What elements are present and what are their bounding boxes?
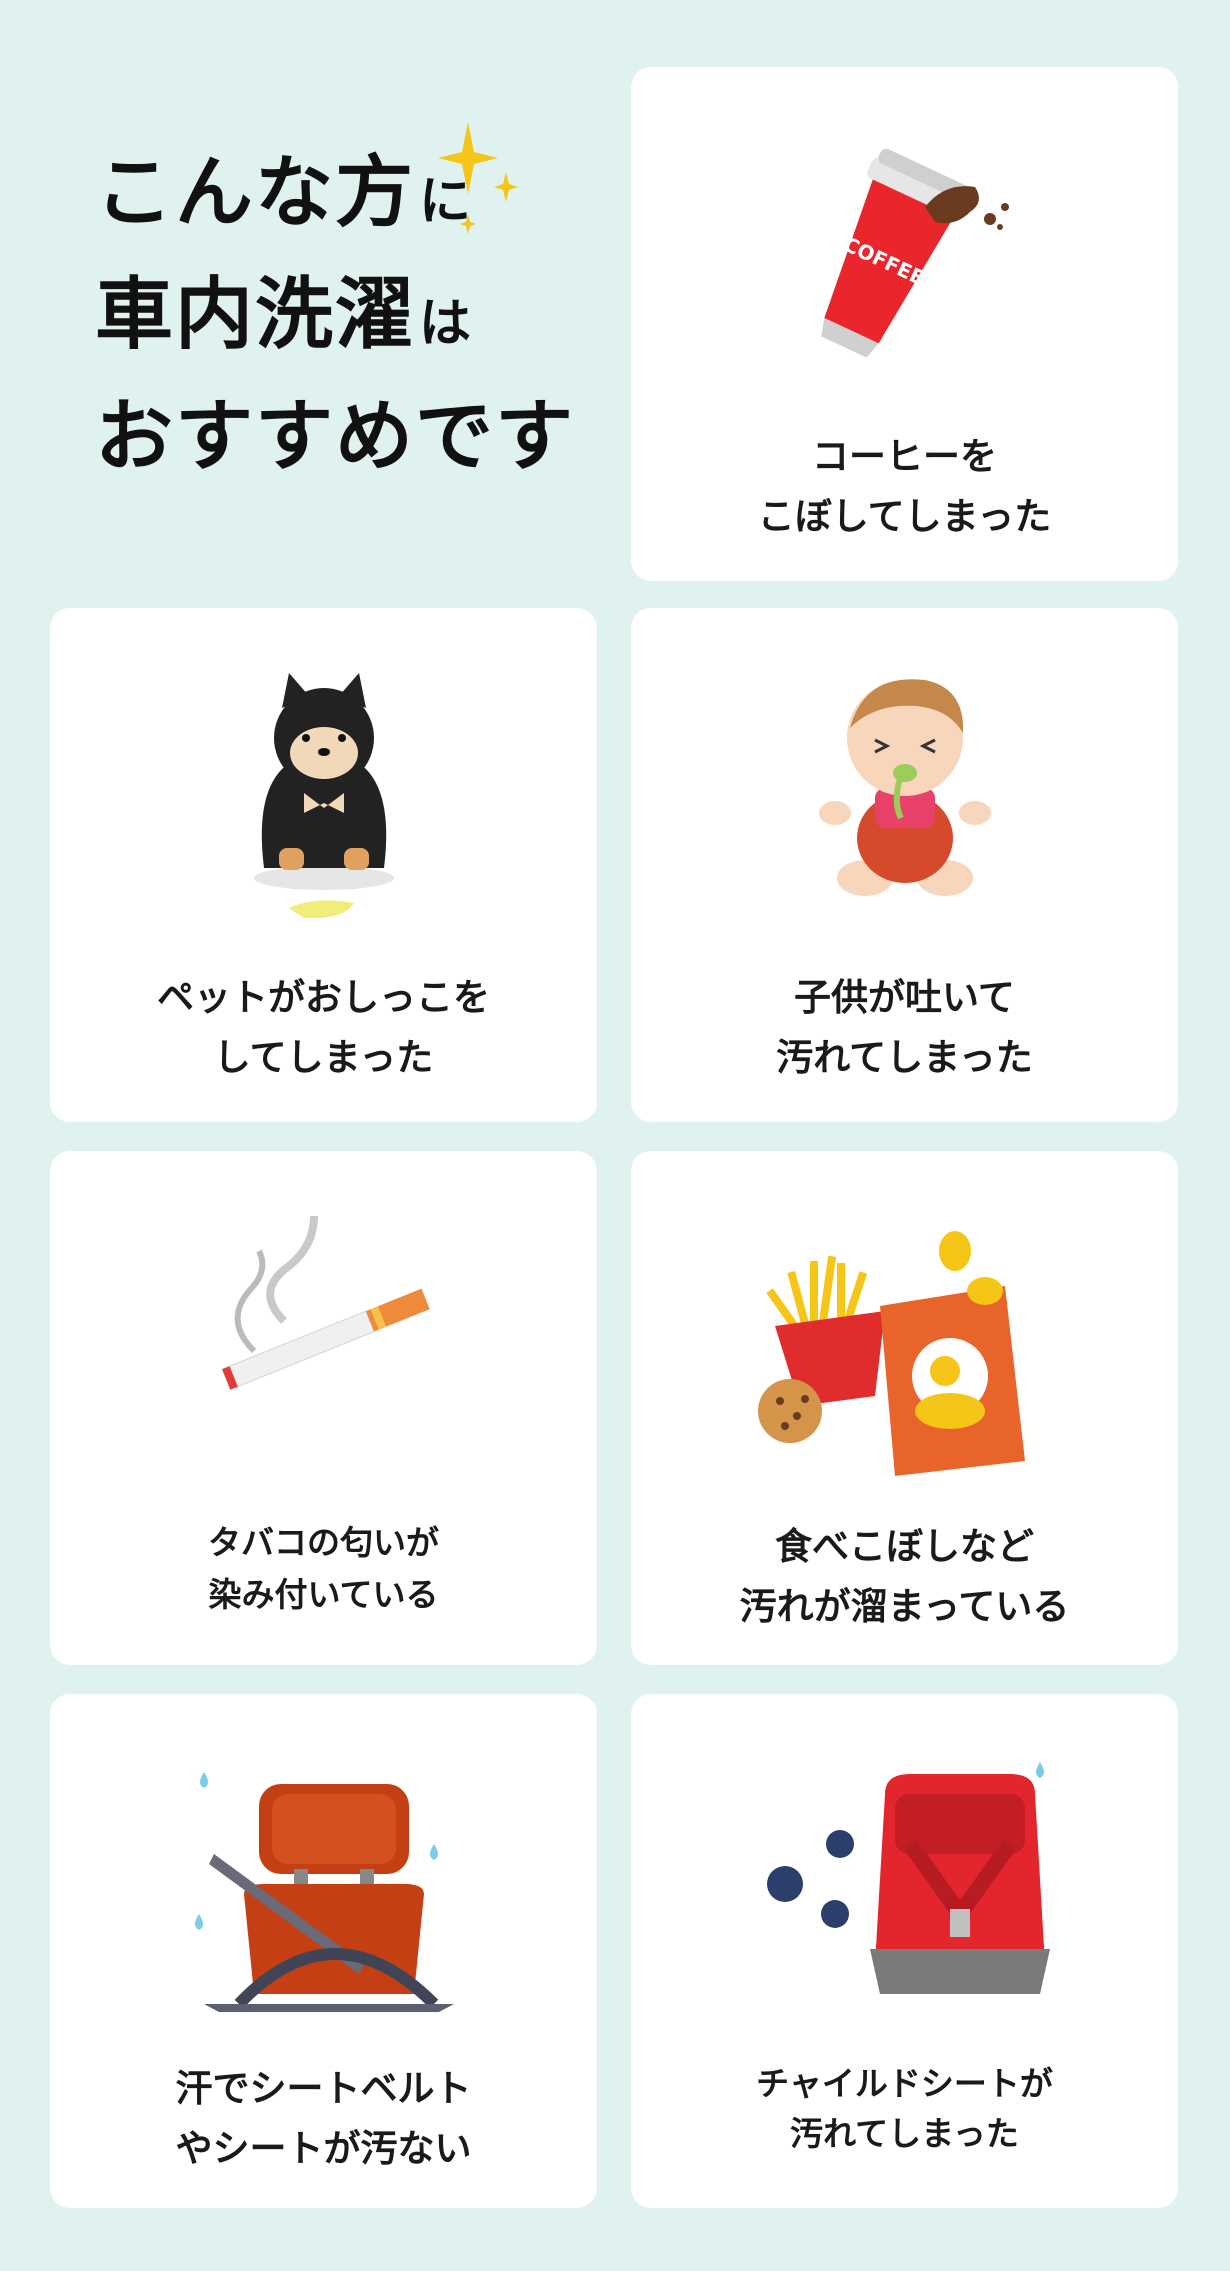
- sparkle-icon: [438, 122, 518, 234]
- card-caption-line-1: チャイルドシートが: [756, 2064, 1053, 2103]
- coffee-spill-icon: COFFEE: [820, 148, 1009, 357]
- card-caption-line-1: タバコの匂いが: [208, 1523, 439, 1562]
- headline-text-3: おすすめです: [95, 392, 576, 482]
- headline-line-2: 車内洗濯 は: [95, 252, 575, 374]
- card-caption-line-2: 染み付いている: [208, 1575, 439, 1614]
- cigarette-icon: [220, 1215, 430, 1391]
- child-seat-icon: [766, 1762, 1050, 1994]
- snacks-icon: [757, 1231, 1025, 1476]
- card-caption-line-1: 子供が吐いて: [794, 976, 1015, 1019]
- card-coffee-spill: COFFEE コーヒーを こぼしてしまった: [631, 67, 1178, 581]
- card-baby-vomit: 子供が吐いて 汚れてしまった: [631, 608, 1178, 1122]
- pet-dog-icon: [253, 673, 394, 919]
- card-caption-line-2: やシートが汚ない: [175, 2127, 472, 2170]
- car-seat-icon: [194, 1772, 454, 2012]
- headline-particle-2: は: [419, 294, 472, 354]
- card-caption-line-2: 汚れが溜まっている: [739, 1585, 1070, 1628]
- card-caption-line-1: 汗でシートベルト: [175, 2067, 472, 2110]
- baby-vomit-icon: [818, 679, 991, 896]
- card-caption-line-1: ペットがおしっこを: [157, 976, 490, 1019]
- card-caption-line-2: 汚れてしまった: [790, 2114, 1019, 2153]
- card-caption-line-1: 食べこぼしなど: [775, 1525, 1034, 1568]
- card-caption-line-2: こぼしてしまった: [757, 495, 1052, 538]
- card-pet: ペットがおしっこを してしまった: [50, 608, 597, 1122]
- card-child-seat: チャイルドシートが 汚れてしまった: [631, 1694, 1178, 2208]
- card-caption-line-2: してしまった: [213, 1036, 434, 1079]
- card-car-seat: 汗でシートベルト やシートが汚ない: [50, 1694, 597, 2208]
- headline-line-3: おすすめです: [95, 374, 575, 496]
- headline-text-1: こんな方: [95, 148, 416, 238]
- headline-text-2: 車内洗濯: [95, 270, 416, 360]
- card-caption-line-2: 汚れてしまった: [776, 1036, 1033, 1079]
- card-caption-line-1: コーヒーを: [812, 435, 997, 478]
- card-snacks: 食べこぼしなど 汚れが溜まっている: [631, 1151, 1178, 1665]
- card-cigarette: タバコの匂いが 染み付いている: [50, 1151, 597, 1665]
